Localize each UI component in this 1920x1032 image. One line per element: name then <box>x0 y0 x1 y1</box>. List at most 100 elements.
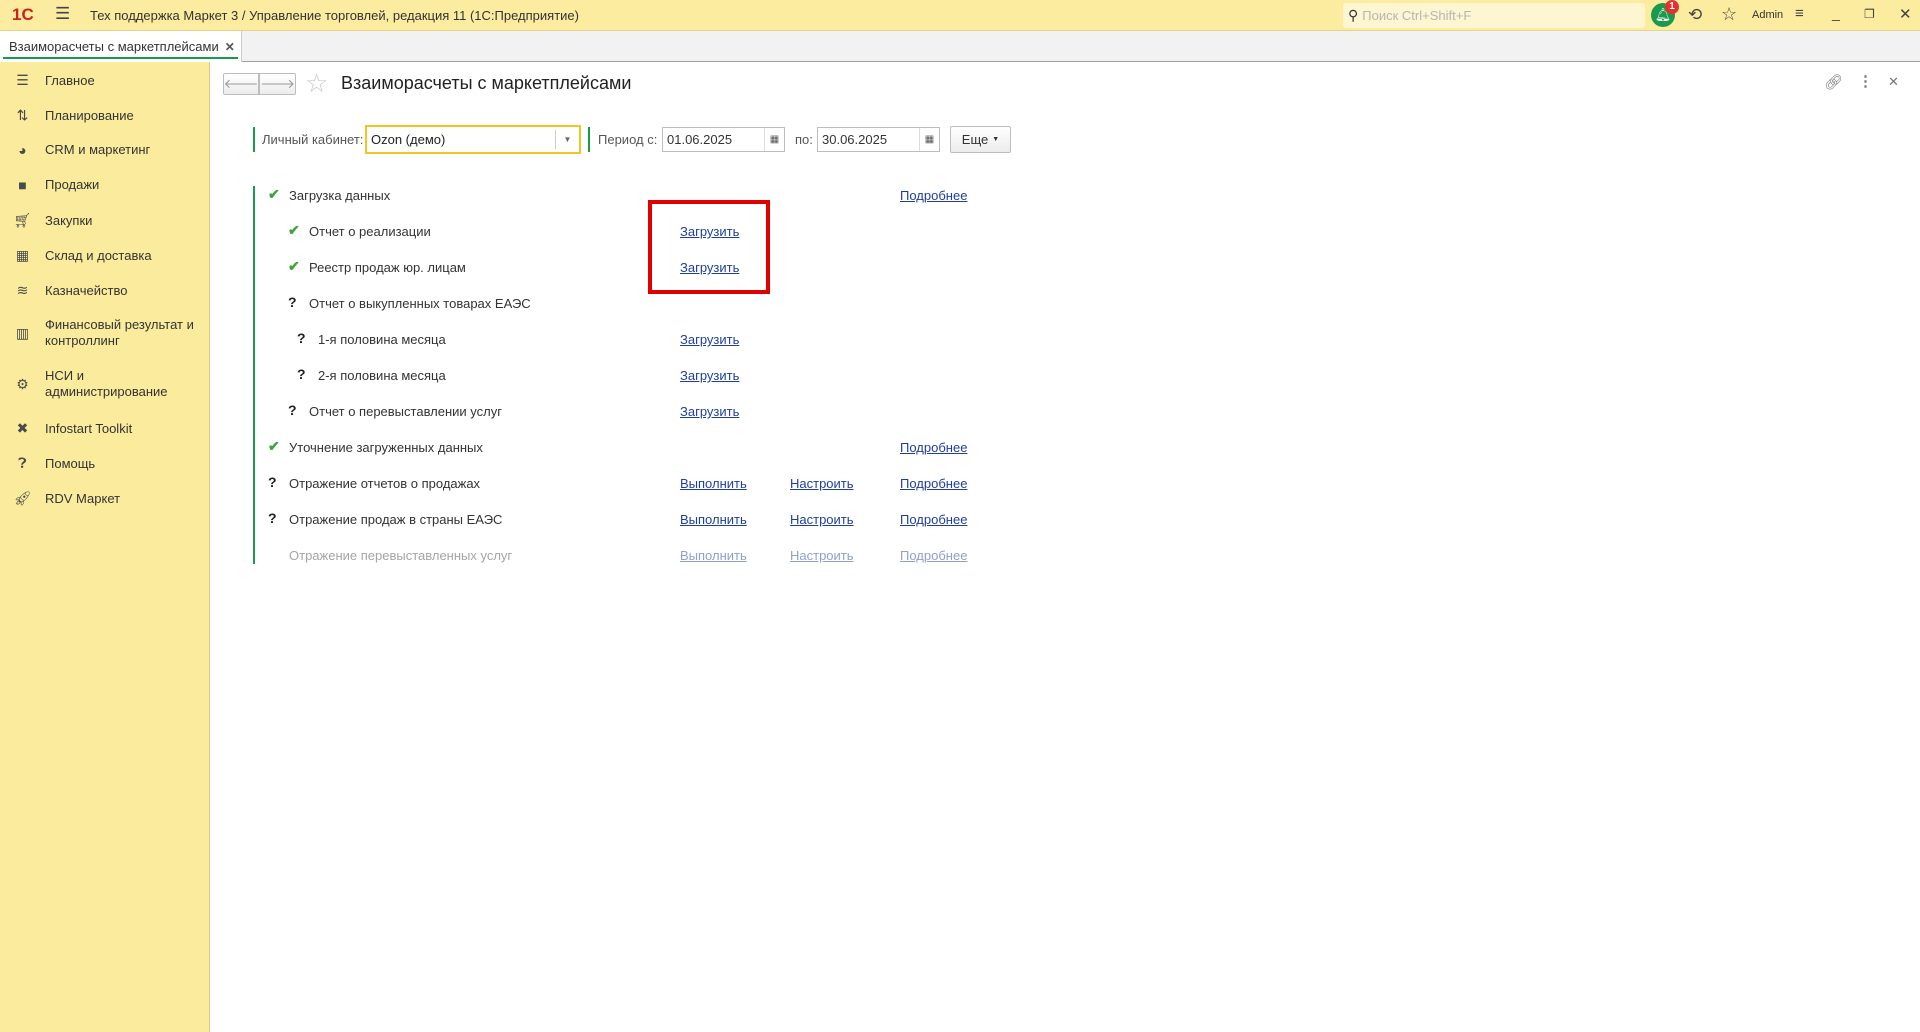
close-tab-icon[interactable]: ✕ <box>225 40 235 54</box>
run-link[interactable]: Выполнить <box>680 548 747 563</box>
step-label: 1-я половина месяца <box>318 332 446 347</box>
main-menu-icon[interactable]: ☰ <box>55 4 70 24</box>
restore-icon[interactable]: ❐ <box>1864 7 1875 21</box>
details-link[interactable]: Подробнее <box>900 440 967 455</box>
period-to-input[interactable]: 30.06.2025 ▦ <box>817 127 940 152</box>
sidebar-item-sales[interactable]: ■ Продажи <box>0 177 210 193</box>
step-label: 2-я половина месяца <box>318 368 446 383</box>
title-bar: 1С ☰ Тех поддержка Маркет 3 / Управление… <box>0 0 1920 31</box>
checkmark-icon: ✔ <box>268 186 280 202</box>
sidebar-item-label: Помощь <box>45 455 96 471</box>
sidebar-item-label: Продажи <box>45 177 100 192</box>
step-label: Реестр продаж юр. лицам <box>309 260 466 275</box>
sidebar-item-label: НСИ и администрирование <box>45 368 168 399</box>
period-from-value: 01.06.2025 <box>667 132 733 147</box>
bar-chart-icon: ▥ <box>15 324 30 341</box>
sidebar-item-infostart[interactable]: ✖ Infostart Toolkit <box>0 420 210 437</box>
pie-chart-icon: ◕ <box>18 142 27 158</box>
account-label: Личный кабинет: <box>262 132 364 147</box>
sidebar-item-purchases[interactable]: 🛒︎ Закупки <box>0 212 210 229</box>
back-button[interactable]: 🡐 <box>223 73 259 95</box>
tools-icon: ✖ <box>16 420 29 436</box>
details-link[interactable]: Подробнее <box>900 548 967 563</box>
warehouse-icon: ▦ <box>15 247 30 263</box>
user-name[interactable]: Admin <box>1752 9 1783 21</box>
period-to-label: по: <box>795 132 813 147</box>
period-to-value: 30.06.2025 <box>822 132 888 147</box>
sidebar-item-main[interactable]: ☰ Главное <box>0 72 210 89</box>
highlight-box <box>648 200 770 294</box>
question-icon: ? <box>297 330 306 346</box>
sidebar-item-crm[interactable]: ◕ CRM и маркетинг <box>0 142 210 158</box>
page-title: Взаиморасчеты с маркетплейсами <box>341 73 632 93</box>
run-link[interactable]: Выполнить <box>680 512 747 527</box>
gear-icon: ⚙ <box>16 375 29 392</box>
settings-menu-icon[interactable]: ≡ <box>1795 5 1804 22</box>
search-icon: ⚲ <box>1348 7 1359 23</box>
search-placeholder: Поиск Ctrl+Shift+F <box>1362 8 1472 23</box>
calendar-icon[interactable]: ▦ <box>764 128 784 151</box>
setup-link[interactable]: Настроить <box>790 512 854 527</box>
sidebar-item-finance[interactable]: ▥ Финансовый результат и контроллинг <box>0 317 210 349</box>
more-actions-icon[interactable]: ⋮ <box>1858 72 1873 90</box>
setup-link[interactable]: Настроить <box>790 476 854 491</box>
more-button[interactable]: Еще ▼ <box>950 126 1011 153</box>
load-link[interactable]: Загрузить <box>680 368 739 383</box>
sidebar-item-help[interactable]: ❓︎ Помощь <box>0 455 210 472</box>
step-label: Отражение отчетов о продажах <box>289 476 481 491</box>
tab-label: Взаиморасчеты с маркетплейсами <box>9 39 219 54</box>
checkmark-icon: ✔ <box>288 222 300 238</box>
sidebar-item-label: Казначейство <box>45 282 128 298</box>
step-label: Отчет о реализации <box>309 224 431 239</box>
chevron-down-icon[interactable]: ▼ <box>555 130 579 149</box>
notifications-bell-icon[interactable]: 🔔︎ 1 <box>1651 0 1679 27</box>
sidebar-item-treasury[interactable]: ≋ Казначейство <box>0 282 210 299</box>
details-link[interactable]: Подробнее <box>900 476 967 491</box>
search-input[interactable]: ⚲ Поиск Ctrl+Shift+F <box>1343 3 1645 28</box>
question-icon: ? <box>268 474 277 490</box>
sidebar-item-admin[interactable]: ⚙ НСИ и администрирование <box>0 368 210 400</box>
steps-marker <box>253 186 255 564</box>
step-label: Отражение перевыставленных услуг <box>289 548 513 563</box>
details-link[interactable]: Подробнее <box>900 512 967 527</box>
tab-bar: Взаиморасчеты с маркетплейсами ✕ <box>0 31 1920 62</box>
cart-icon: 🛒︎ <box>13 212 32 228</box>
favorite-star-icon[interactable]: ☆ <box>305 68 328 99</box>
run-link[interactable]: Выполнить <box>680 476 747 491</box>
history-icon[interactable]: ⟲ <box>1688 5 1702 25</box>
question-icon: ? <box>288 294 297 310</box>
1c-logo: 1С <box>12 5 34 24</box>
minimize-icon[interactable]: _ <box>1832 5 1840 21</box>
sidebar-item-warehouse[interactable]: ▦ Склад и доставка <box>0 247 210 264</box>
coins-icon: ≋ <box>16 282 29 298</box>
calendar-icon[interactable]: ▦ <box>919 128 939 151</box>
sidebar-item-label: Склад и доставка <box>45 247 152 263</box>
question-icon: ? <box>268 510 277 526</box>
sidebar-item-label: Infostart Toolkit <box>45 420 133 436</box>
checkmark-icon: ✔ <box>268 438 280 454</box>
period-from-input[interactable]: 01.06.2025 ▦ <box>662 127 785 152</box>
forward-button[interactable]: 🡒 <box>259 73 296 95</box>
tab-vzaimoraschety[interactable]: Взаиморасчеты с маркетплейсами ✕ <box>0 31 242 62</box>
link-icon[interactable]: 🔗︎ <box>1824 73 1843 91</box>
sidebar-item-rdv[interactable]: 🚀︎ RDV Маркет <box>0 490 210 507</box>
details-link[interactable]: Подробнее <box>900 188 967 203</box>
setup-link[interactable]: Настроить <box>790 548 854 563</box>
step-label: Загрузка данных <box>289 188 391 203</box>
step-label: Отражение продаж в страны ЕАЭС <box>289 512 503 527</box>
load-link[interactable]: Загрузить <box>680 404 739 419</box>
rocket-icon: 🚀︎ <box>13 490 32 506</box>
sidebar-item-label: Закупки <box>45 212 93 228</box>
sidebar-item-label: RDV Маркет <box>45 490 121 506</box>
window-title: Тех поддержка Маркет 3 / Управление торг… <box>90 8 579 23</box>
close-form-icon[interactable]: ✕ <box>1888 74 1899 90</box>
step-label: Уточнение загруженных данных <box>289 440 483 455</box>
favorites-star-icon[interactable]: ☆ <box>1721 4 1737 25</box>
account-select[interactable]: Ozon (демо) ▼ <box>365 125 581 154</box>
load-link[interactable]: Загрузить <box>680 332 739 347</box>
sidebar-item-planning[interactable]: ⇅ Планирование <box>0 107 210 124</box>
question-icon: ? <box>288 402 297 418</box>
field-marker <box>588 127 590 152</box>
step-label: Отчет о перевыставлении услуг <box>309 404 502 419</box>
close-window-icon[interactable]: ✕ <box>1899 5 1912 23</box>
